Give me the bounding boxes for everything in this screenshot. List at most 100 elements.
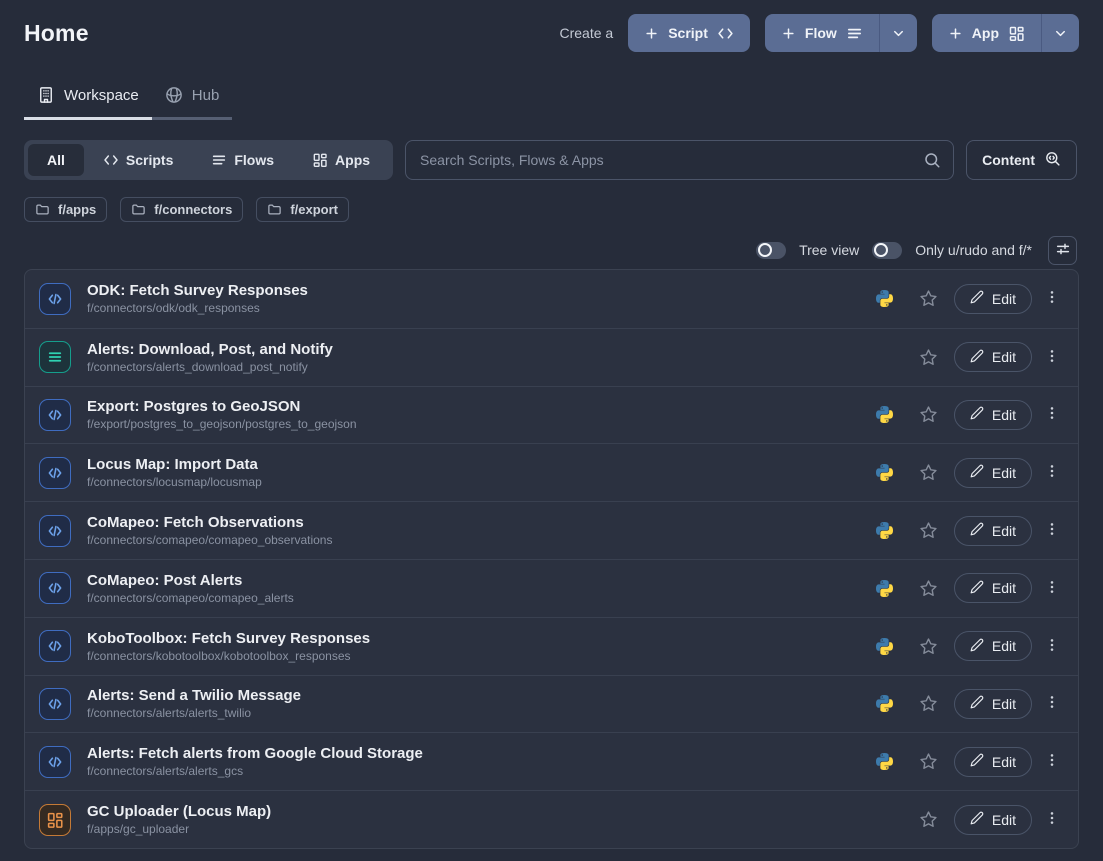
building-icon	[37, 86, 55, 104]
favorite-star-button[interactable]	[919, 579, 938, 598]
pencil-icon	[970, 349, 984, 366]
row-menu-button[interactable]	[1042, 517, 1062, 544]
create-app-dropdown-button[interactable]	[1041, 14, 1079, 52]
favorite-star-button[interactable]	[919, 810, 938, 829]
item-text: CoMapeo: Fetch Observations f/connectors…	[87, 513, 332, 548]
toggle-knob	[874, 243, 888, 257]
content-search-button-label: Content	[982, 152, 1035, 168]
kebab-icon	[1044, 289, 1060, 308]
segment-scripts[interactable]: Scripts	[84, 144, 192, 176]
edit-button-label: Edit	[992, 638, 1016, 654]
favorite-star-button[interactable]	[919, 405, 938, 424]
create-app-button[interactable]: App	[932, 14, 1041, 52]
segment-flows[interactable]: Flows	[192, 144, 293, 176]
row-menu-button[interactable]	[1042, 401, 1062, 428]
create-script-button[interactable]: Script	[628, 14, 750, 52]
python-language-badge	[876, 753, 893, 770]
tab-workspace[interactable]: Workspace	[24, 86, 152, 120]
folder-icon	[267, 202, 282, 217]
row-menu-button[interactable]	[1042, 633, 1062, 660]
search-input[interactable]	[405, 140, 954, 180]
list-item[interactable]: Alerts: Fetch alerts from Google Cloud S…	[25, 732, 1078, 790]
segment-all[interactable]: All	[28, 144, 84, 176]
favorite-star-button[interactable]	[919, 348, 938, 367]
row-menu-button[interactable]	[1042, 575, 1062, 602]
folder-chip-connectors[interactable]: f/connectors	[120, 197, 243, 222]
item-title: GC Uploader (Locus Map)	[87, 802, 271, 821]
edit-button-label: Edit	[992, 754, 1016, 770]
list-item[interactable]: ODK: Fetch Survey Responses f/connectors…	[25, 270, 1078, 328]
edit-button[interactable]: Edit	[954, 689, 1032, 719]
folder-chip-export[interactable]: f/export	[256, 197, 349, 222]
edit-button[interactable]: Edit	[954, 573, 1032, 603]
row-menu-button[interactable]	[1042, 748, 1062, 775]
list-item[interactable]: CoMapeo: Fetch Observations f/connectors…	[25, 501, 1078, 559]
edit-button-label: Edit	[992, 291, 1016, 307]
item-title: Export: Postgres to GeoJSON	[87, 397, 357, 416]
chevron-down-icon	[891, 26, 906, 41]
edit-button[interactable]: Edit	[954, 342, 1032, 372]
create-flow-dropdown-button[interactable]	[879, 14, 917, 52]
create-flow-button[interactable]: Flow	[765, 14, 879, 52]
edit-button[interactable]: Edit	[954, 631, 1032, 661]
segment-apps[interactable]: Apps	[293, 144, 389, 176]
item-actions: Edit	[876, 631, 1062, 661]
list-item[interactable]: Alerts: Send a Twilio Message f/connecto…	[25, 675, 1078, 733]
item-title: Locus Map: Import Data	[87, 455, 262, 474]
item-text: Alerts: Download, Post, and Notify f/con…	[87, 340, 333, 375]
folder-chip-apps[interactable]: f/apps	[24, 197, 107, 222]
item-title: KoboToolbox: Fetch Survey Responses	[87, 629, 370, 648]
row-menu-button[interactable]	[1042, 806, 1062, 833]
favorite-star-button[interactable]	[919, 521, 938, 540]
list-item[interactable]: Export: Postgres to GeoJSON f/export/pos…	[25, 386, 1078, 444]
create-script-button-group: Script	[628, 14, 750, 52]
globe-icon	[165, 86, 183, 104]
item-info: Alerts: Send a Twilio Message f/connecto…	[39, 686, 301, 721]
item-info: Alerts: Fetch alerts from Google Cloud S…	[39, 744, 423, 779]
item-text: KoboToolbox: Fetch Survey Responses f/co…	[87, 629, 370, 664]
segment-apps-label: Apps	[335, 152, 370, 168]
item-path: f/connectors/odk/odk_responses	[87, 301, 308, 316]
page-header: Home Create a Script Flow	[0, 0, 1103, 54]
pencil-icon	[970, 464, 984, 481]
item-actions: Edit	[919, 805, 1062, 835]
favorite-star-button[interactable]	[919, 752, 938, 771]
row-menu-button[interactable]	[1042, 459, 1062, 486]
list-item[interactable]: Alerts: Download, Post, and Notify f/con…	[25, 328, 1078, 386]
edit-button[interactable]: Edit	[954, 516, 1032, 546]
favorite-star-button[interactable]	[919, 289, 938, 308]
row-menu-button[interactable]	[1042, 690, 1062, 717]
edit-button[interactable]: Edit	[954, 747, 1032, 777]
item-actions: Edit	[876, 516, 1062, 546]
item-actions: Edit	[876, 747, 1062, 777]
list-item[interactable]: KoboToolbox: Fetch Survey Responses f/co…	[25, 617, 1078, 675]
flow-lines-icon	[211, 152, 227, 168]
favorite-star-button[interactable]	[919, 463, 938, 482]
favorite-star-button[interactable]	[919, 637, 938, 656]
list-item[interactable]: GC Uploader (Locus Map) f/apps/gc_upload…	[25, 790, 1078, 848]
list-item[interactable]: CoMapeo: Post Alerts f/connectors/comape…	[25, 559, 1078, 617]
item-title: CoMapeo: Fetch Observations	[87, 513, 332, 532]
create-cluster: Create a Script Flow	[560, 14, 1080, 52]
item-text: ODK: Fetch Survey Responses f/connectors…	[87, 281, 308, 316]
edit-button[interactable]: Edit	[954, 400, 1032, 430]
row-menu-button[interactable]	[1042, 344, 1062, 371]
kebab-icon	[1044, 579, 1060, 598]
app-grid-icon	[312, 152, 328, 168]
item-actions: Edit	[919, 342, 1062, 372]
item-actions: Edit	[876, 458, 1062, 488]
list-settings-button[interactable]	[1048, 236, 1077, 265]
edit-button[interactable]: Edit	[954, 805, 1032, 835]
tab-hub[interactable]: Hub	[152, 86, 233, 120]
favorite-star-button[interactable]	[919, 694, 938, 713]
list-item[interactable]: Locus Map: Import Data f/connectors/locu…	[25, 443, 1078, 501]
home-page: Home Create a Script Flow	[0, 0, 1103, 861]
edit-button-label: Edit	[992, 696, 1016, 712]
content-search-button[interactable]: Content	[966, 140, 1077, 180]
edit-button[interactable]: Edit	[954, 284, 1032, 314]
edit-button[interactable]: Edit	[954, 458, 1032, 488]
tree-view-toggle[interactable]	[756, 242, 786, 259]
owner-filter-toggle[interactable]	[872, 242, 902, 259]
script-type-icon	[39, 630, 71, 662]
row-menu-button[interactable]	[1042, 285, 1062, 312]
